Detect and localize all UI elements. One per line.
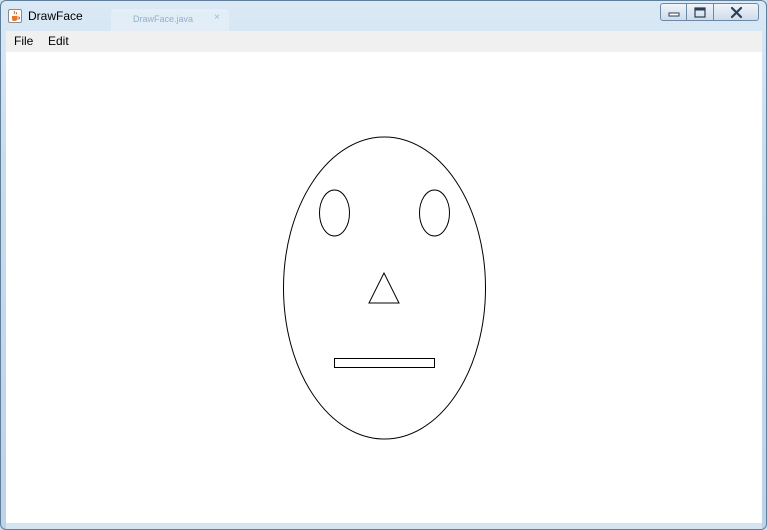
java-cup-icon xyxy=(8,9,22,23)
title-bar[interactable]: DrawFace DrawFace.java × xyxy=(1,1,766,31)
left-eye xyxy=(319,189,350,237)
close-button[interactable] xyxy=(714,3,759,21)
menu-file[interactable]: File xyxy=(11,34,36,48)
maximize-button[interactable] xyxy=(687,3,714,21)
nose-triangle xyxy=(368,271,400,304)
face-drawing xyxy=(283,136,486,440)
drawing-canvas xyxy=(6,52,762,523)
close-icon xyxy=(730,6,743,19)
minimize-icon xyxy=(668,12,680,17)
background-window-tab: DrawFace.java × xyxy=(111,9,229,31)
face-outline xyxy=(283,136,486,440)
minimize-button[interactable] xyxy=(660,3,687,21)
app-window: DrawFace DrawFace.java × File Edit xyxy=(0,0,767,530)
mouth-rectangle xyxy=(334,358,435,368)
menu-edit[interactable]: Edit xyxy=(45,34,72,48)
right-eye xyxy=(419,189,450,237)
background-window-tab-label: DrawFace.java xyxy=(133,14,194,24)
maximize-icon xyxy=(694,7,706,18)
menu-bar: File Edit xyxy=(6,31,762,52)
window-bottom-border xyxy=(6,523,762,529)
window-title: DrawFace xyxy=(28,9,83,23)
background-window-tab-close-icon: × xyxy=(214,12,220,23)
